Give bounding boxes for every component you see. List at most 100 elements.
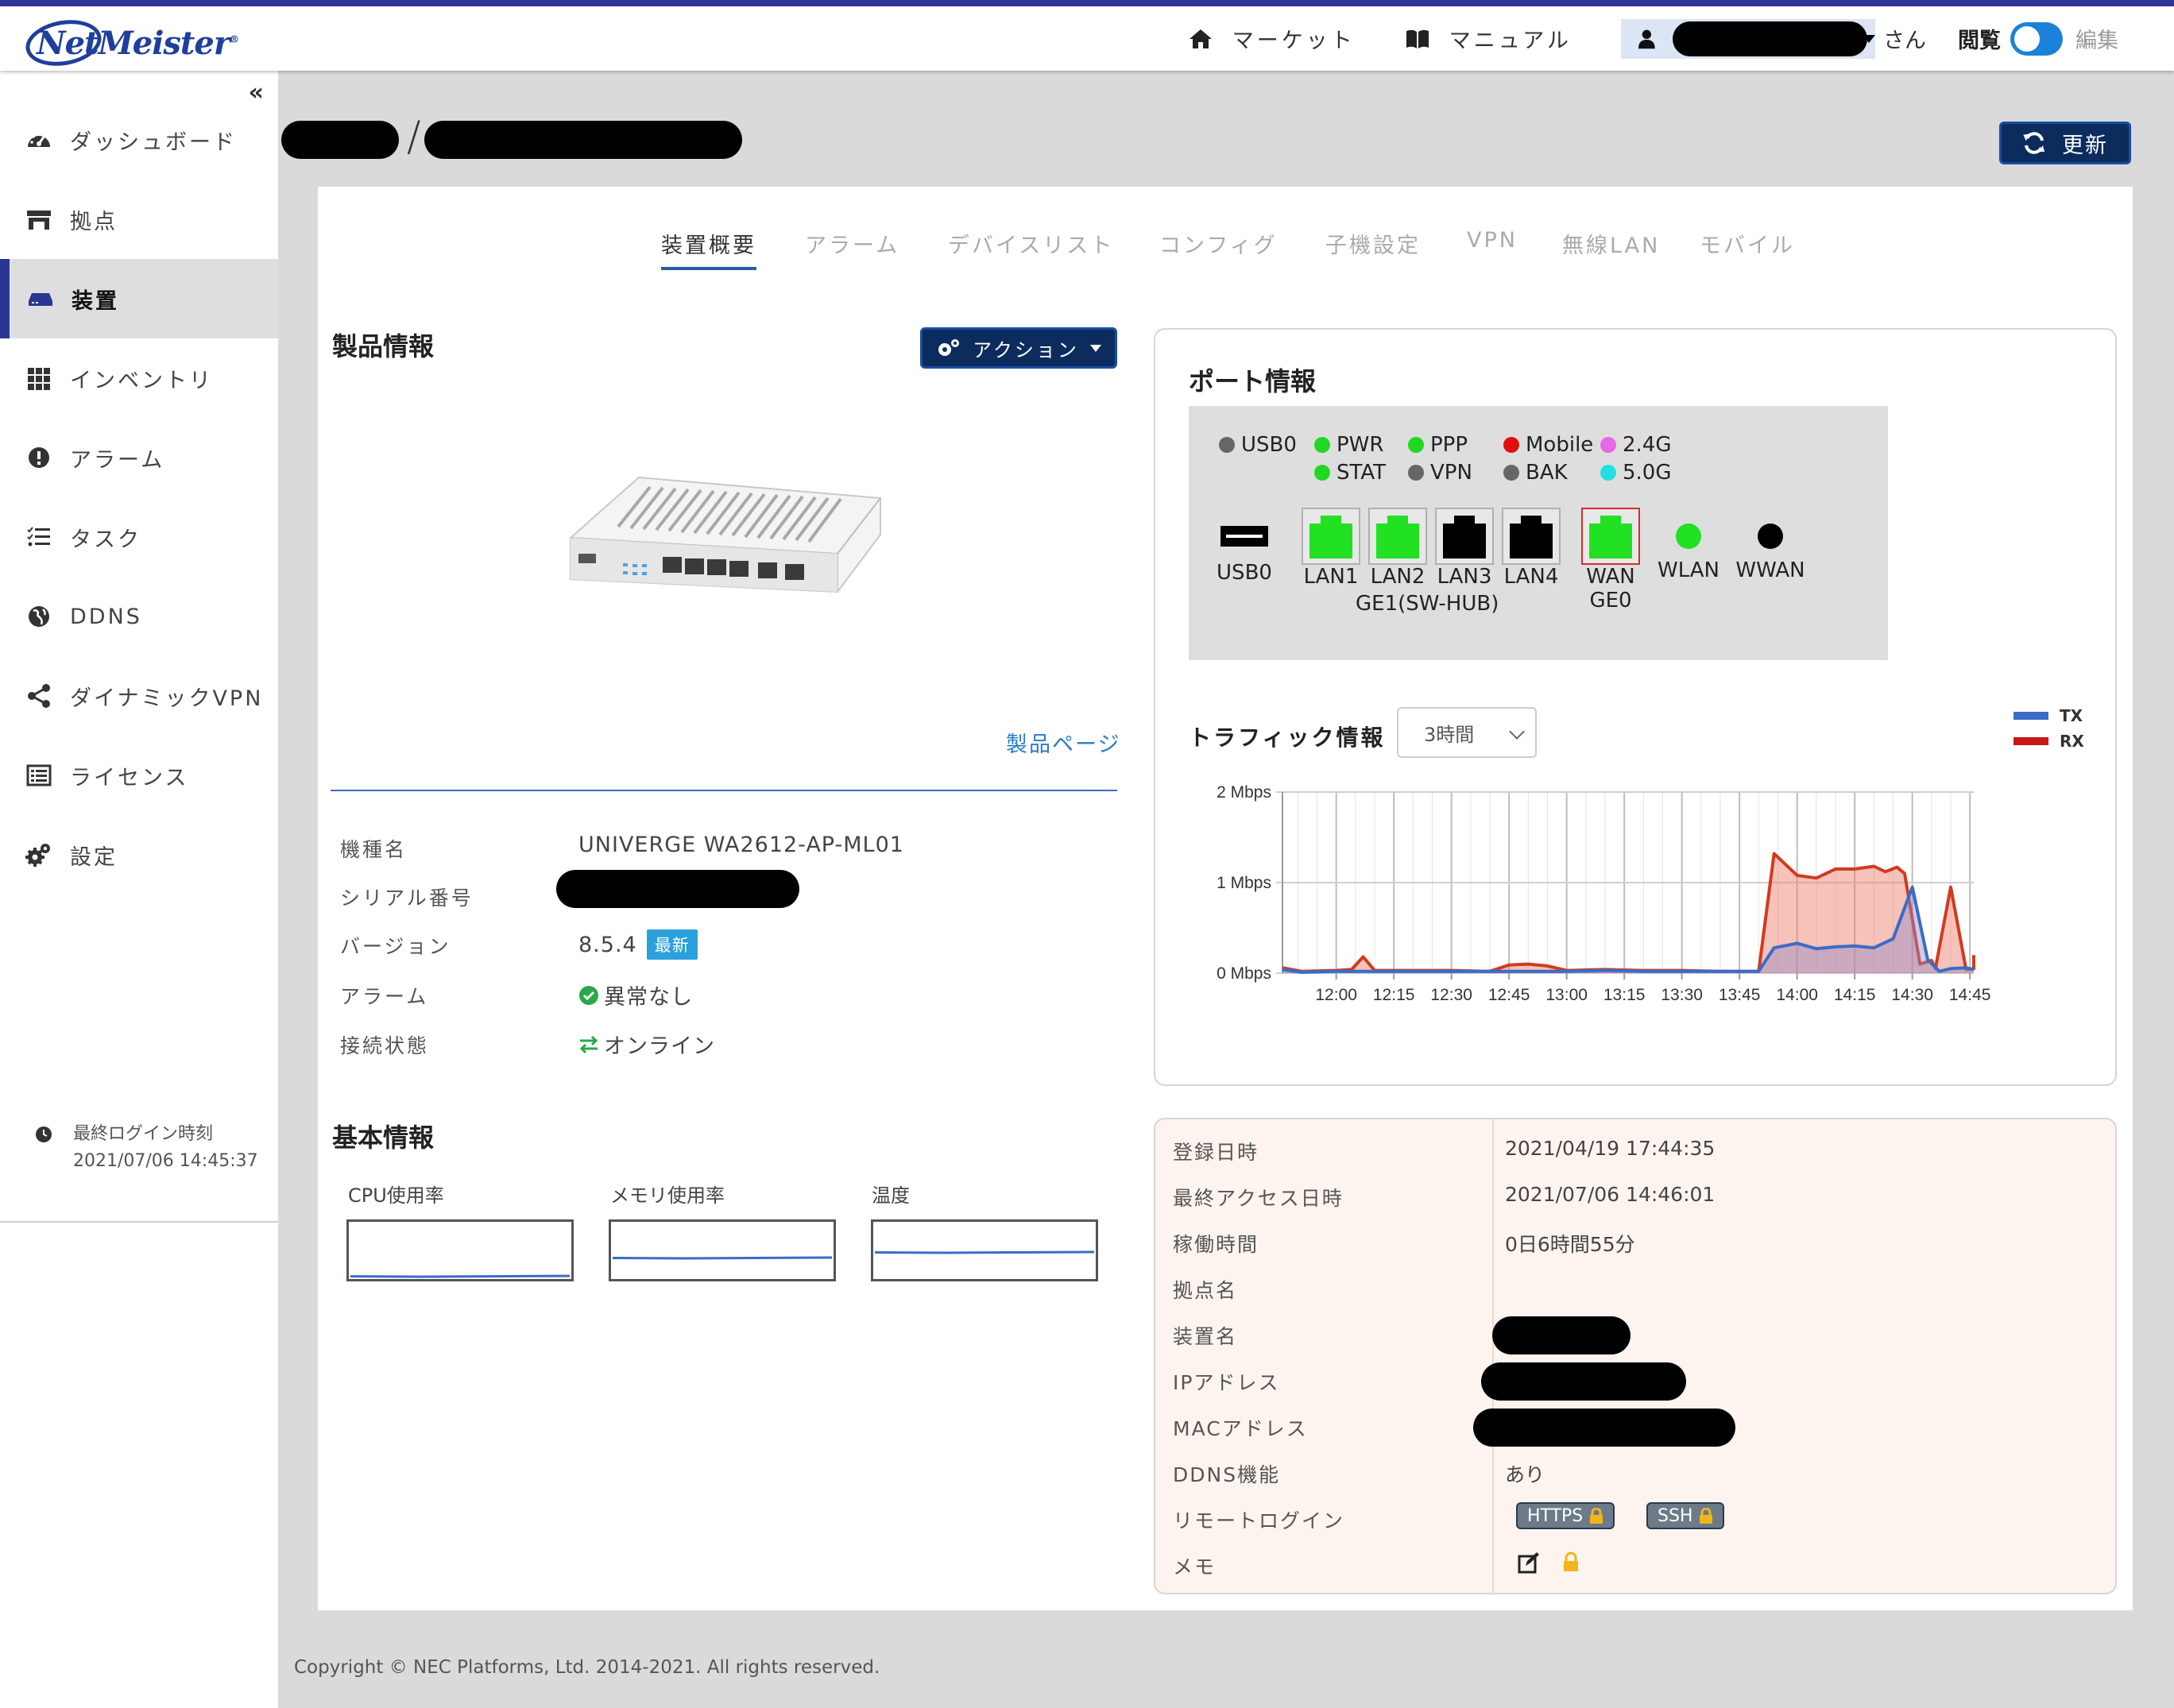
user-menu[interactable] xyxy=(1621,18,1875,59)
version-number: 8.5.4 xyxy=(578,932,637,957)
x-tick-label: 12:30 xyxy=(1430,986,1472,1004)
port-label: WAN xyxy=(1586,565,1635,589)
registered-at-value: 2021/04/19 17:44:35 xyxy=(1505,1137,1716,1160)
tab-wireless-lan[interactable]: 無線LAN xyxy=(1562,228,1660,259)
last-login-label: 最終ログイン時刻 xyxy=(73,1124,214,1144)
tab-device-list[interactable]: デバイスリスト xyxy=(948,228,1114,259)
usb-port-icon xyxy=(1220,526,1268,547)
sidebar-item-alarms[interactable]: アラーム xyxy=(0,418,278,497)
ssh-login-button[interactable]: SSH xyxy=(1646,1502,1725,1529)
registered-at-label: 登録日時 xyxy=(1173,1141,1259,1164)
tab-vpn[interactable]: VPN xyxy=(1467,228,1518,253)
edit-memo-icon[interactable] xyxy=(1518,1551,1540,1574)
ethernet-port-icon xyxy=(1302,508,1360,565)
breadcrumb-site-redacted[interactable] xyxy=(281,121,399,159)
sidebar-item-license[interactable]: ライセンス xyxy=(0,736,278,815)
version-label: バージョン xyxy=(340,935,451,958)
led-indicator xyxy=(1314,465,1330,481)
tab-mobile[interactable]: モバイル xyxy=(1700,228,1795,259)
last-login: 最終ログイン時刻 2021/07/06 14:45:37 xyxy=(35,1121,258,1175)
port-wlan[interactable]: WLAN xyxy=(1653,524,1724,582)
ethernet-port-icon xyxy=(1435,508,1494,565)
grid-icon xyxy=(28,368,50,390)
refresh-button[interactable]: 更新 xyxy=(1999,122,2131,164)
x-tick-label: 12:45 xyxy=(1488,986,1530,1004)
legend-swatch-tx xyxy=(2013,712,2048,720)
chevron-down-icon xyxy=(1863,34,1875,43)
device-icon xyxy=(29,293,52,306)
device-overview-panel: 装置概要 アラーム デバイスリスト コンフィグ 子機設定 VPN 無線LAN モ… xyxy=(318,187,2133,1610)
memory-usage-sparkline xyxy=(609,1219,836,1281)
manual-label: マニュアル xyxy=(1449,29,1572,53)
home-icon xyxy=(1189,29,1212,48)
remote-login-label: リモートログイン xyxy=(1173,1509,1345,1532)
sidebar-item-ddns[interactable]: DDNS xyxy=(0,577,278,656)
manual-link[interactable]: マニュアル xyxy=(1405,23,1572,54)
sidebar: « ダッシュボード 拠点 装置 インベントリ アラーム タスク DDNS ダイナ… xyxy=(0,71,278,1708)
book-icon xyxy=(1406,29,1429,48)
led-indicator xyxy=(1314,437,1330,453)
tasks-icon xyxy=(27,527,50,547)
sidebar-item-dashboard[interactable]: ダッシュボード xyxy=(0,100,278,180)
uptime-label: 稼働時間 xyxy=(1173,1233,1259,1256)
sidebar-item-sites[interactable]: 拠点 xyxy=(0,180,278,259)
tab-overview[interactable]: 装置概要 xyxy=(661,228,756,270)
temperature-sparkline xyxy=(871,1219,1098,1281)
legend-tx: TX xyxy=(2013,703,2084,728)
ethernet-port-icon xyxy=(1368,508,1427,565)
y-tick-label: 0 Mbps xyxy=(1217,964,1271,983)
sidebar-item-tasks[interactable]: タスク xyxy=(0,497,278,577)
last-access-label: 最終アクセス日時 xyxy=(1173,1187,1344,1210)
product-page-link[interactable]: 製品ページ xyxy=(1006,727,1120,758)
port-lan1[interactable]: LAN1 xyxy=(1300,508,1362,589)
ip-address-redacted xyxy=(1481,1362,1686,1401)
port-label: USB0 xyxy=(1217,561,1272,585)
divider xyxy=(0,1221,278,1223)
mode-edit-label: 編集 xyxy=(2075,29,2118,53)
port-wwan[interactable]: WWAN xyxy=(1731,524,1810,582)
sidebar-item-settings[interactable]: 設定 xyxy=(0,815,278,895)
tab-child-settings[interactable]: 子機設定 xyxy=(1325,228,1421,259)
traffic-chart: 2 Mbps 1 Mbps 0 Mbps 12:00 12:15 12:30 12:45 13… xyxy=(1217,783,1990,1004)
mode-toggle[interactable] xyxy=(2010,21,2063,56)
sidebar-item-label: 拠点 xyxy=(70,209,118,234)
sidebar-item-dynamic-vpn[interactable]: ダイナミックVPN xyxy=(0,656,278,736)
tab-alarms[interactable]: アラーム xyxy=(805,228,899,259)
clock-icon xyxy=(36,1126,52,1142)
serial-label: シリアル番号 xyxy=(340,887,474,910)
traffic-range-select[interactable]: 3時間 xyxy=(1397,707,1537,758)
led-indicator xyxy=(1600,465,1616,481)
sidebar-item-label: タスク xyxy=(70,527,141,552)
ethernet-port-icon xyxy=(1581,508,1640,565)
router-product-image xyxy=(570,476,881,593)
https-login-button[interactable]: HTTPS xyxy=(1516,1502,1615,1529)
port-usb0[interactable]: USB0 xyxy=(1216,525,1273,585)
market-label: マーケット xyxy=(1232,29,1356,53)
led-indicator xyxy=(1600,437,1616,453)
legend-swatch-rx xyxy=(2013,737,2048,745)
traffic-range-value: 3時間 xyxy=(1424,723,1475,746)
port-lan2[interactable]: LAN2 xyxy=(1367,508,1429,589)
port-lan4[interactable]: LAN4 xyxy=(1500,508,1562,589)
version-value: 8.5.4 最新 xyxy=(578,929,698,960)
led-vpn: VPN xyxy=(1408,461,1472,485)
memory-usage-label: メモリ使用率 xyxy=(610,1184,725,1207)
tab-config[interactable]: コンフィグ xyxy=(1159,228,1278,259)
sidebar-item-devices[interactable]: 装置 xyxy=(0,259,278,338)
market-link[interactable]: マーケット xyxy=(1188,23,1356,54)
lock-icon xyxy=(1700,1508,1713,1524)
led-indicator xyxy=(1408,465,1424,481)
lock-icon xyxy=(1590,1508,1603,1524)
netmeister-logo[interactable]: NetMeister® xyxy=(21,14,239,71)
port-lan3[interactable]: LAN3 xyxy=(1433,508,1495,589)
x-tick-label: 12:00 xyxy=(1315,986,1357,1004)
top-bar: NetMeister® マーケット マニュアル さん 閲覧 編集 xyxy=(0,0,2174,71)
port-wan[interactable]: WAN GE0 xyxy=(1580,508,1642,612)
sidebar-item-inventory[interactable]: インベントリ xyxy=(0,338,278,418)
action-dropdown-button[interactable]: アクション xyxy=(920,327,1117,369)
x-tick-label: 13:00 xyxy=(1545,986,1588,1004)
exchange-arrows-icon xyxy=(579,1035,598,1053)
x-tick-label: 12:15 xyxy=(1373,986,1415,1004)
sidebar-item-label: 装置 xyxy=(72,288,119,314)
latest-badge: 最新 xyxy=(646,929,698,960)
